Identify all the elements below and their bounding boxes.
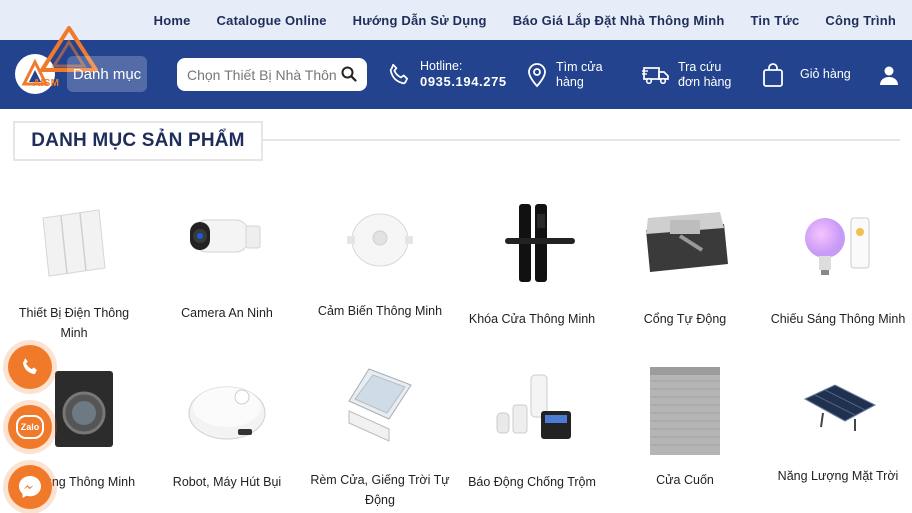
nav-user-guide[interactable]: Hướng Dẫn Sử Dụng <box>353 13 487 28</box>
category-gate-motor[interactable]: Cổng Tự Động <box>615 200 755 329</box>
category-label: Rèm Cửa, Giếng Trời Tự Động <box>310 473 450 507</box>
category-menu-button[interactable]: Danh mục <box>67 56 147 92</box>
category-smart-lock[interactable]: Khóa Cửa Thông Minh <box>462 200 602 329</box>
user-icon <box>880 66 898 85</box>
category-robot-vacuum[interactable]: Robot, Máy Hút Bụi <box>162 365 292 492</box>
title-divider <box>263 139 900 141</box>
messenger-icon <box>19 476 41 498</box>
security-camera-icon <box>190 219 261 253</box>
smart-lock-icon <box>505 204 575 282</box>
nav-quotation[interactable]: Báo Giá Lắp Đặt Nhà Thông Minh <box>513 13 725 28</box>
search-icon[interactable] <box>341 66 357 82</box>
category-label: Cửa Cuốn <box>656 473 714 487</box>
roller-shutter-icon <box>650 367 720 455</box>
category-security-camera[interactable]: Camera An Ninh <box>162 200 292 323</box>
logo-text-aism: AISM <box>33 78 60 89</box>
order-line-2: đơn hàng <box>678 74 732 89</box>
category-label: Thiết Bị Điện Thông Minh <box>18 306 130 340</box>
category-label: Chiếu Sáng Thông Minh <box>770 312 906 326</box>
category-solar-energy[interactable]: Năng Lượng Mặt Trời <box>768 365 908 486</box>
search-input[interactable] <box>187 66 337 83</box>
phone-icon <box>22 358 37 375</box>
alarm-kit-icon <box>496 374 571 439</box>
category-roller-shutter[interactable]: Cửa Cuốn <box>615 365 755 490</box>
category-skylight-curtain[interactable]: Rèm Cửa, Giếng Trời Tự Động <box>310 365 450 510</box>
hotline-block[interactable]: Hotline: 0935.194.275 <box>386 40 507 109</box>
solar-panel-icon <box>803 384 877 431</box>
nav-projects[interactable]: Công Trình <box>825 13 896 28</box>
category-label: Khóa Cửa Thông Minh <box>468 312 596 326</box>
category-label: Cảm Biến Thông Minh <box>317 304 443 318</box>
hotline-text: Hotline: 0935.194.275 <box>420 59 507 90</box>
store-line-2: hàng <box>556 74 584 89</box>
zalo-icon: Zalo <box>16 415 44 439</box>
cart-link[interactable]: Giỏ hàng <box>762 40 851 109</box>
category-smart-lighting[interactable]: Chiếu Sáng Thông Minh <box>768 200 908 329</box>
category-label: Cổng Tự Động <box>643 312 727 326</box>
smart-bulb-icon <box>805 217 870 275</box>
gate-motor-icon <box>646 212 728 272</box>
nav-home[interactable]: Home <box>154 13 191 28</box>
order-tracking[interactable]: Tra cứu đơn hàng <box>642 40 731 109</box>
phone-icon <box>389 63 408 84</box>
category-alarm-system[interactable]: Báo Động Chống Trộm <box>462 365 602 492</box>
top-navigation: Home Catalogue Online Hướng Dẫn Sử Dụng … <box>0 0 912 40</box>
section-title-box: DANH MỤC SẢN PHẨM <box>13 121 263 161</box>
account-link[interactable] <box>878 40 900 109</box>
order-tracking-text: Tra cứu đơn hàng <box>678 60 731 90</box>
category-smart-sensor[interactable]: Cảm Biến Thông Minh <box>310 200 450 321</box>
floating-zalo-button[interactable]: Zalo <box>8 405 52 449</box>
store-locator-text: Tìm cửa hàng <box>556 60 603 90</box>
hotline-number[interactable]: 0935.194.275 <box>420 74 507 89</box>
store-locator[interactable]: Tìm cửa hàng <box>526 40 603 109</box>
category-label: Camera An Ninh <box>181 306 273 320</box>
skylight-icon <box>348 368 412 442</box>
location-pin-icon <box>528 62 546 87</box>
robot-vacuum-icon <box>188 386 266 440</box>
category-smart-switch[interactable]: Thiết Bị Điện Thông Minh <box>4 200 144 343</box>
cart-label: Giỏ hàng <box>800 67 851 81</box>
order-line-1: Tra cứu <box>678 59 722 74</box>
floating-call-button[interactable] <box>8 345 52 389</box>
smart-switch-icon <box>42 209 106 277</box>
category-label: Robot, Máy Hút Bụi <box>172 475 282 489</box>
search-bar <box>177 58 367 91</box>
smart-sensor-icon <box>347 213 413 267</box>
nav-news[interactable]: Tin Tức <box>751 13 800 28</box>
floating-messenger-button[interactable] <box>8 465 52 509</box>
category-label: Năng Lượng Mặt Trời <box>777 469 899 483</box>
shopping-bag-icon <box>763 62 783 87</box>
category-label: Báo Động Chống Trộm <box>468 475 596 489</box>
nav-catalogue-online[interactable]: Catalogue Online <box>217 13 327 28</box>
hotline-label: Hotline: <box>420 59 463 73</box>
store-line-1: Tìm cửa <box>556 59 603 74</box>
delivery-truck-icon <box>642 66 669 84</box>
section-title: DANH MỤC SẢN PHẨM <box>31 130 245 151</box>
main-header: AISMARTHOME Danh mục Hotline: 0935.194.2… <box>0 26 912 109</box>
